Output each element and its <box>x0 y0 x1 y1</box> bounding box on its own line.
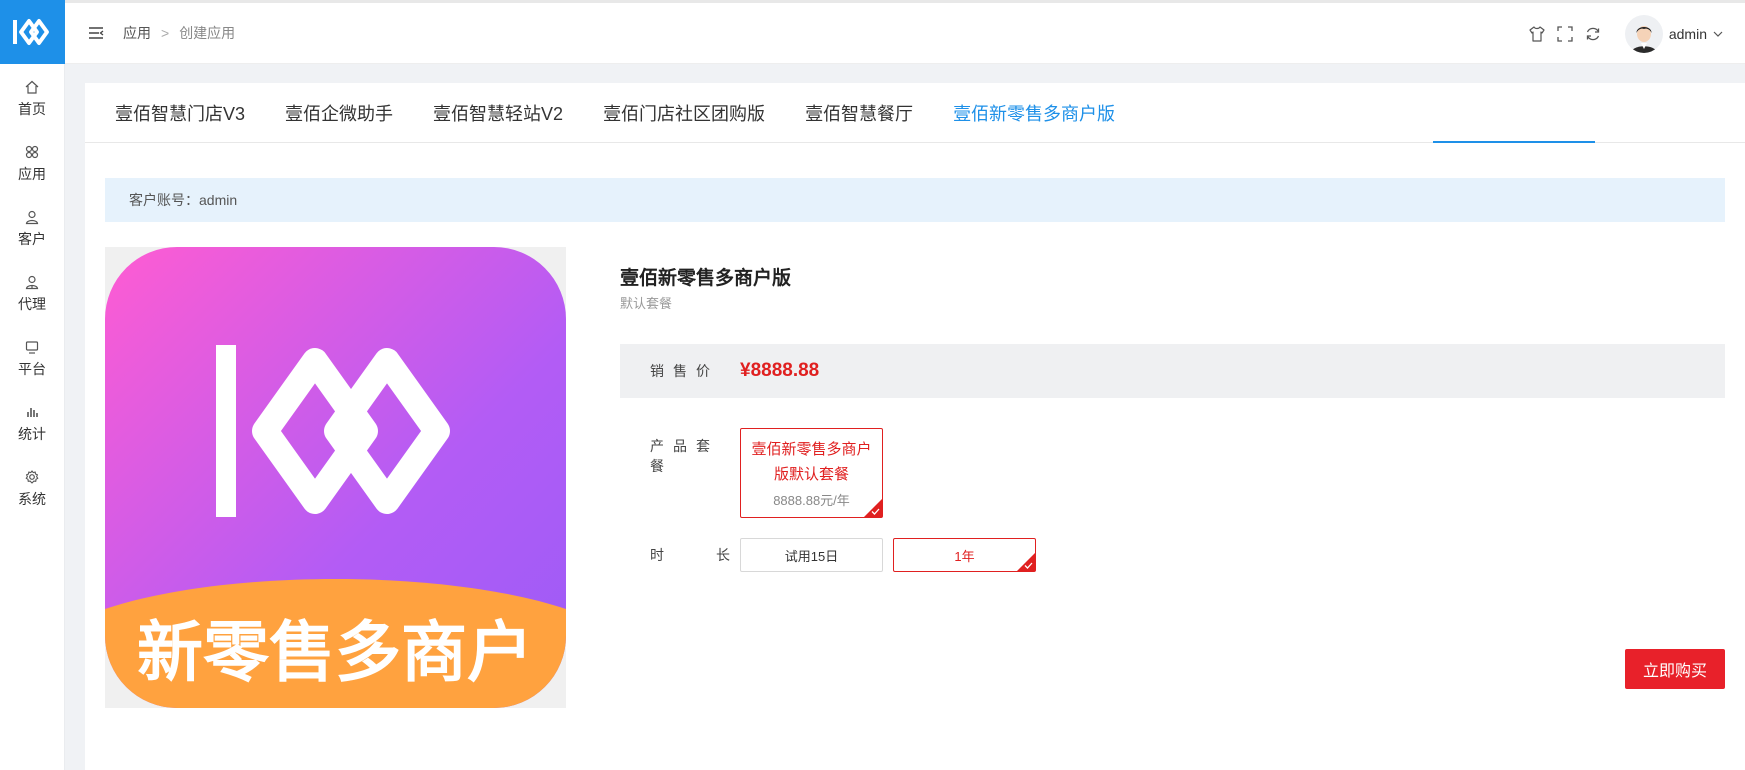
fullscreen-button[interactable] <box>1555 24 1575 44</box>
tab-community-group-buy[interactable]: 壹佰门店社区团购版 <box>603 100 765 126</box>
gear-icon <box>25 469 39 484</box>
duration-label: 时 长 <box>650 545 730 565</box>
product-subtitle: 默认套餐 <box>620 296 673 311</box>
sidebar-item-customers[interactable]: 客户 <box>0 196 64 261</box>
chevron-down-icon[interactable] <box>1713 31 1723 37</box>
check-icon <box>1024 562 1033 569</box>
sidebar-item-label: 应用 <box>18 165 46 182</box>
package-label: 产品套餐 <box>650 438 719 474</box>
app-tabs: 壹佰智慧门店V3 壹佰企微助手 壹佰智慧轻站V2 壹佰门店社区团购版 壹佰智慧餐… <box>85 83 1745 143</box>
menu-toggle-button[interactable] <box>87 24 105 42</box>
refresh-icon <box>1586 27 1600 40</box>
sidebar-item-system[interactable]: 系统 <box>0 456 64 521</box>
monitor-icon <box>25 340 39 354</box>
package-option-default[interactable]: 壹佰新零售多商户版默认套餐 8888.88元/年 <box>740 428 883 518</box>
user-icon <box>25 210 39 224</box>
breadcrumb-separator: > <box>161 25 170 41</box>
tshirt-icon <box>1529 25 1545 42</box>
sidebar-item-home[interactable]: 首页 <box>0 66 64 131</box>
user-name[interactable]: admin <box>1669 26 1707 42</box>
package-price: 8888.88元/年 <box>773 493 850 508</box>
sidebar-item-apps[interactable]: 应用 <box>0 131 64 196</box>
duration-label-right: 长 <box>716 547 730 563</box>
fullscreen-icon <box>1557 25 1573 42</box>
apps-icon <box>25 145 39 158</box>
sidebar-item-label: 客户 <box>18 230 46 247</box>
package-name: 壹佰新零售多商户版默认套餐 <box>751 441 872 483</box>
product-image-banner: 新零售多商户 <box>137 614 533 691</box>
breadcrumb: 应用 > 创建应用 <box>123 23 235 43</box>
agent-icon <box>25 275 39 289</box>
sidebar-item-agents[interactable]: 代理 <box>0 261 64 326</box>
customer-account-bar: 客户账号：admin <box>105 178 1725 222</box>
product-image: 新零售多商户 <box>105 247 566 708</box>
tab-new-retail-multi-merchant[interactable]: 壹佰新零售多商户版 <box>953 100 1115 126</box>
breadcrumb-parent[interactable]: 应用 <box>123 23 151 43</box>
menu-fold-icon <box>89 27 104 39</box>
product-logo-image: 新零售多商户 <box>105 247 566 708</box>
duration-option-label: 1年 <box>954 548 975 564</box>
sidebar-item-label: 首页 <box>18 100 46 117</box>
user-avatar-icon <box>1630 25 1657 53</box>
avatar[interactable] <box>1624 14 1663 53</box>
check-icon <box>871 508 880 515</box>
app-root: 首页 应用 客户 代理 平台 统计 系统 应用 > 创建应用 admin 壹佰智… <box>0 0 1745 770</box>
duration-option-label: 试用15日 <box>784 548 839 564</box>
tab-store-v3[interactable]: 壹佰智慧门店V3 <box>115 100 245 126</box>
logo[interactable] <box>0 0 65 64</box>
main-panel: 壹佰智慧门店V3 壹佰企微助手 壹佰智慧轻站V2 壹佰门店社区团购版 壹佰智慧餐… <box>85 83 1745 770</box>
sidebar-item-label: 代理 <box>18 295 46 312</box>
sidebar-item-label: 平台 <box>18 360 46 377</box>
breadcrumb-current: 创建应用 <box>179 25 236 41</box>
duration-row: 时 长 试用15日 1年 <box>620 538 1725 572</box>
bar-chart-icon <box>27 407 38 417</box>
tab-ink-bar <box>1433 141 1595 143</box>
sidebar: 首页 应用 客户 代理 平台 统计 系统 <box>0 0 65 770</box>
tab-light-station-v2[interactable]: 壹佰智慧轻站V2 <box>433 100 563 126</box>
sale-price: ¥8888.88 <box>740 360 820 381</box>
sidebar-item-platform[interactable]: 平台 <box>0 326 64 391</box>
buy-now-button[interactable]: 立即购买 <box>1625 649 1725 689</box>
product-info: 壹佰新零售多商户版 默认套餐 销售价 ¥8888.88 产品套餐 壹佰新零售多商… <box>620 263 1725 572</box>
tab-smart-restaurant[interactable]: 壹佰智慧餐厅 <box>805 100 913 126</box>
tab-wecom-assistant[interactable]: 壹佰企微助手 <box>285 100 393 126</box>
product-title: 壹佰新零售多商户版 <box>620 268 792 289</box>
customer-account-text: 客户账号：admin <box>129 192 238 208</box>
duration-label-left: 时 <box>650 547 664 563</box>
sidebar-item-label: 系统 <box>18 490 46 507</box>
top-header: 应用 > 创建应用 admin <box>65 0 1745 64</box>
price-label: 销售价 <box>650 363 719 379</box>
duration-option-1-year[interactable]: 1年 <box>893 538 1036 572</box>
duration-option-trial[interactable]: 试用15日 <box>740 538 883 572</box>
sidebar-item-label: 统计 <box>18 425 46 442</box>
header-toolbar: admin <box>1527 3 1723 64</box>
price-row: 销售价 ¥8888.88 <box>620 344 1725 398</box>
refresh-button[interactable] <box>1583 24 1603 44</box>
home-icon <box>25 80 39 94</box>
sidebar-nav: 首页 应用 客户 代理 平台 统计 系统 <box>0 66 64 521</box>
sidebar-item-stats[interactable]: 统计 <box>0 391 64 456</box>
brand-logo-icon <box>12 19 49 45</box>
theme-button[interactable] <box>1527 24 1547 44</box>
package-row: 产品套餐 壹佰新零售多商户版默认套餐 8888.88元/年 <box>620 428 1725 518</box>
